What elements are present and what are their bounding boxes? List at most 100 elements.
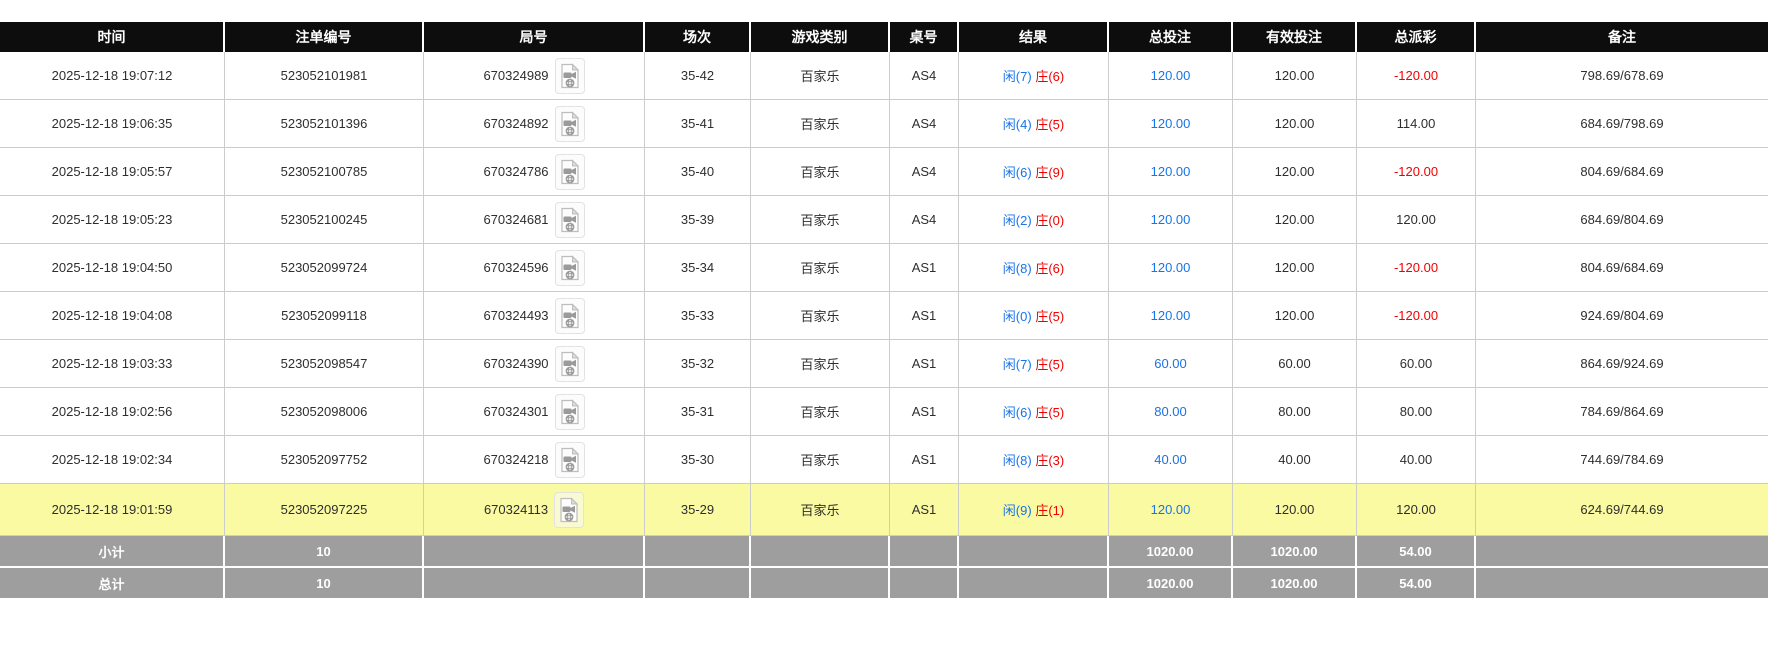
cell-bet-number: 523052097752 — [225, 436, 424, 484]
cell-game-type: 百家乐 — [751, 340, 890, 388]
round-number-group: 670324493 — [483, 297, 585, 334]
cell-payout: 120.00 — [1357, 484, 1476, 536]
cell-time: 2025-12-18 19:07:12 — [0, 52, 225, 100]
cell-game-type: 百家乐 — [751, 292, 890, 340]
cell-payout: 60.00 — [1357, 340, 1476, 388]
summary-empty-game — [751, 568, 890, 600]
cell-valid-bet: 120.00 — [1233, 100, 1357, 148]
table-row[interactable]: 2025-12-18 19:05:23 523052100245 670324681… — [0, 196, 1768, 244]
video-replay-button[interactable] — [554, 57, 585, 94]
round-number-text: 670324493 — [483, 308, 549, 323]
summary-empty-game — [751, 536, 890, 568]
cell-valid-bet: 40.00 — [1233, 436, 1357, 484]
result-player: 闲(4) — [1002, 117, 1032, 132]
cell-bet-number: 523052097225 — [225, 484, 424, 536]
result-player: 闲(0) — [1002, 309, 1032, 324]
video-replay-button[interactable] — [554, 441, 585, 478]
result-banker: 庄(6) — [1035, 261, 1065, 276]
cell-time: 2025-12-18 19:02:34 — [0, 436, 225, 484]
cell-table-number: AS4 — [890, 100, 959, 148]
cell-round-number: 670324218 — [424, 436, 645, 484]
cell-table-number: AS1 — [890, 244, 959, 292]
summary-row-total: 总计 10 1020.00 1020.00 54.00 — [0, 568, 1768, 600]
table-row[interactable]: 2025-12-18 19:03:33 523052098547 670324390… — [0, 340, 1768, 388]
table-row[interactable]: 2025-12-18 19:07:12 523052101981 670324989… — [0, 52, 1768, 100]
cell-total-bet: 120.00 — [1109, 244, 1233, 292]
cell-remark: 804.69/684.69 — [1476, 148, 1768, 196]
cell-payout: -120.00 — [1357, 148, 1476, 196]
video-replay-button[interactable] — [554, 153, 585, 190]
table-row[interactable]: 2025-12-18 19:06:35 523052101396 670324892… — [0, 100, 1768, 148]
round-number-text: 670324892 — [483, 116, 549, 131]
cell-table-number: AS4 — [890, 196, 959, 244]
col-header-time: 时间 — [0, 22, 225, 52]
summary-label: 总计 — [0, 568, 225, 600]
records-table: 时间 注单编号 局号 场次 游戏类别 桌号 结果 总投注 有效投注 总派彩 备注… — [0, 22, 1768, 600]
cell-time: 2025-12-18 19:05:23 — [0, 196, 225, 244]
cell-session: 35-33 — [645, 292, 751, 340]
result-player: 闲(7) — [1002, 69, 1032, 84]
cell-payout: 80.00 — [1357, 388, 1476, 436]
video-replay-icon — [559, 302, 581, 329]
cell-result: 闲(9) 庄(1) — [959, 484, 1109, 536]
cell-valid-bet: 120.00 — [1233, 244, 1357, 292]
table-row[interactable]: 2025-12-18 19:02:34 523052097752 670324218… — [0, 436, 1768, 484]
result-banker: 庄(5) — [1035, 405, 1065, 420]
table-row[interactable]: 2025-12-18 19:04:08 523052099118 670324493… — [0, 292, 1768, 340]
summary-empty-round — [424, 536, 645, 568]
cell-remark: 784.69/864.69 — [1476, 388, 1768, 436]
result-player: 闲(6) — [1002, 405, 1032, 420]
summary-empty-remark — [1476, 536, 1768, 568]
cell-game-type: 百家乐 — [751, 244, 890, 292]
video-replay-button[interactable] — [554, 249, 585, 286]
cell-round-number: 670324989 — [424, 52, 645, 100]
cell-session: 35-39 — [645, 196, 751, 244]
video-replay-button[interactable] — [554, 297, 585, 334]
cell-table-number: AS1 — [890, 292, 959, 340]
table-row[interactable]: 2025-12-18 19:02:56 523052098006 670324301… — [0, 388, 1768, 436]
cell-round-number: 670324786 — [424, 148, 645, 196]
cell-session: 35-34 — [645, 244, 751, 292]
cell-game-type: 百家乐 — [751, 148, 890, 196]
video-replay-button[interactable] — [554, 393, 585, 430]
cell-round-number: 670324493 — [424, 292, 645, 340]
cell-session: 35-41 — [645, 100, 751, 148]
cell-result: 闲(6) 庄(5) — [959, 388, 1109, 436]
cell-remark: 798.69/678.69 — [1476, 52, 1768, 100]
col-header-round-no: 局号 — [424, 22, 645, 52]
round-number-group: 670324892 — [483, 105, 585, 142]
cell-game-type: 百家乐 — [751, 100, 890, 148]
summary-total-bet: 1020.00 — [1109, 568, 1233, 600]
result-banker: 庄(0) — [1035, 213, 1065, 228]
result-player: 闲(6) — [1002, 165, 1032, 180]
cell-remark: 864.69/924.69 — [1476, 340, 1768, 388]
result-banker: 庄(5) — [1035, 309, 1065, 324]
round-number-group: 670324113 — [484, 491, 585, 528]
cell-game-type: 百家乐 — [751, 52, 890, 100]
cell-session: 35-31 — [645, 388, 751, 436]
col-header-result: 结果 — [959, 22, 1109, 52]
cell-bet-number: 523052101396 — [225, 100, 424, 148]
summary-empty-result — [959, 568, 1109, 600]
round-number-group: 670324301 — [483, 393, 585, 430]
result-banker: 庄(9) — [1035, 165, 1065, 180]
video-replay-button[interactable] — [554, 491, 585, 528]
round-number-text: 670324681 — [483, 212, 549, 227]
cell-valid-bet: 120.00 — [1233, 484, 1357, 536]
table-row[interactable]: 2025-12-18 19:04:50 523052099724 670324596… — [0, 244, 1768, 292]
table-row-highlighted[interactable]: 2025-12-18 19:01:59 523052097225 670324113… — [0, 484, 1768, 536]
cell-table-number: AS1 — [890, 388, 959, 436]
round-number-text: 670324390 — [483, 356, 549, 371]
cell-total-bet: 80.00 — [1109, 388, 1233, 436]
cell-total-bet: 60.00 — [1109, 340, 1233, 388]
cell-bet-number: 523052098547 — [225, 340, 424, 388]
summary-payout: 54.00 — [1357, 568, 1476, 600]
video-replay-button[interactable] — [554, 345, 585, 382]
table-row[interactable]: 2025-12-18 19:05:57 523052100785 670324786… — [0, 148, 1768, 196]
cell-payout: -120.00 — [1357, 244, 1476, 292]
video-replay-button[interactable] — [554, 201, 585, 238]
cell-time: 2025-12-18 19:02:56 — [0, 388, 225, 436]
cell-game-type: 百家乐 — [751, 484, 890, 536]
video-replay-button[interactable] — [554, 105, 585, 142]
summary-label: 小计 — [0, 536, 225, 568]
